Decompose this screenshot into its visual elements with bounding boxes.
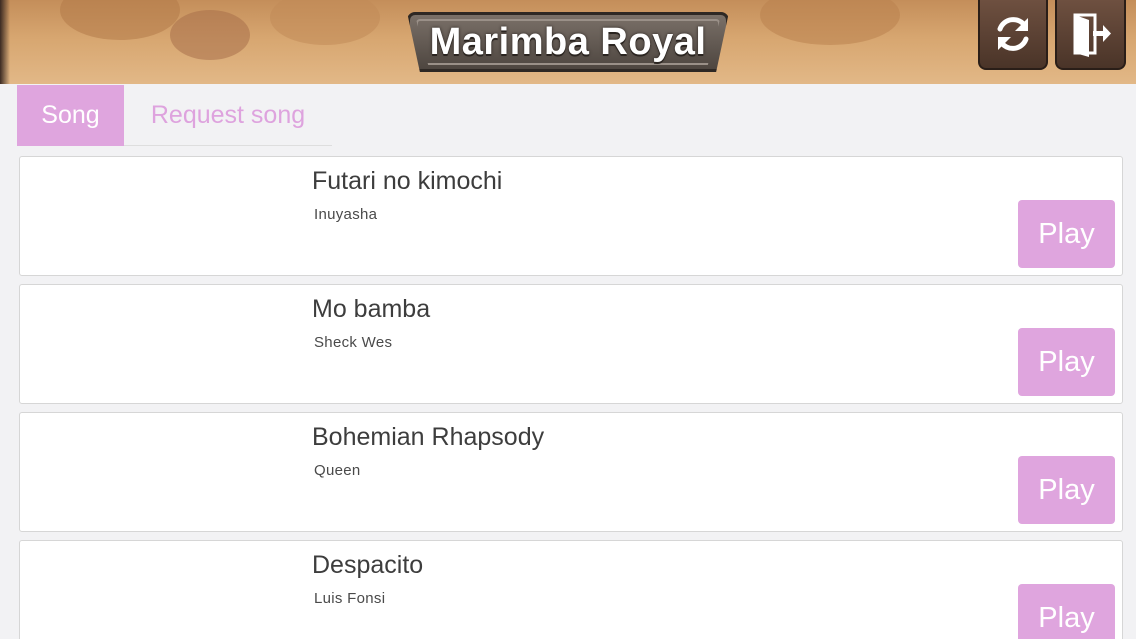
list-item: Bohemian Rhapsody Queen Play	[19, 412, 1123, 532]
play-button[interactable]: Play	[1018, 200, 1115, 268]
list-item: Despacito Luis Fonsi Play	[19, 540, 1123, 639]
song-title: Bohemian Rhapsody	[312, 423, 545, 451]
list-item: Mo bamba Sheck Wes Play	[19, 284, 1123, 404]
tab-request-song[interactable]: Request song	[124, 85, 332, 146]
song-title: Despacito	[312, 551, 424, 579]
refresh-button[interactable]	[978, 0, 1048, 70]
header-decor	[170, 10, 250, 60]
play-button[interactable]: Play	[1018, 456, 1115, 524]
header-bar: Marimba Royal	[0, 0, 1136, 84]
exit-door-icon	[1073, 13, 1111, 57]
song-artist: Inuyasha	[314, 206, 378, 223]
play-button[interactable]: Play	[1018, 584, 1115, 639]
title-plate: Marimba Royal	[407, 12, 729, 72]
tab-song[interactable]: Song	[17, 85, 124, 146]
tab-song-label: Song	[41, 101, 100, 129]
header-decor	[270, 0, 380, 45]
song-artist: Queen	[314, 462, 361, 479]
app-title: Marimba Royal	[429, 20, 707, 63]
tab-bar: Song Request song	[17, 85, 332, 147]
play-button[interactable]: Play	[1018, 328, 1115, 396]
song-artist: Sheck Wes	[314, 334, 393, 351]
song-title: Mo bamba	[312, 295, 431, 323]
list-item: Futari no kimochi Inuyasha Play	[19, 156, 1123, 276]
header-decor	[60, 0, 180, 40]
song-title: Futari no kimochi	[312, 167, 503, 195]
refresh-icon	[997, 17, 1029, 51]
header-decor	[760, 0, 900, 45]
song-list: Futari no kimochi Inuyasha Play Mo bamba…	[19, 156, 1123, 639]
exit-button[interactable]	[1055, 0, 1126, 70]
header-edge-shadow	[0, 0, 10, 84]
app-root: Marimba Royal Song Request song Futari n…	[0, 0, 1136, 639]
tab-request-song-label: Request song	[150, 100, 306, 129]
song-artist: Luis Fonsi	[314, 590, 386, 607]
